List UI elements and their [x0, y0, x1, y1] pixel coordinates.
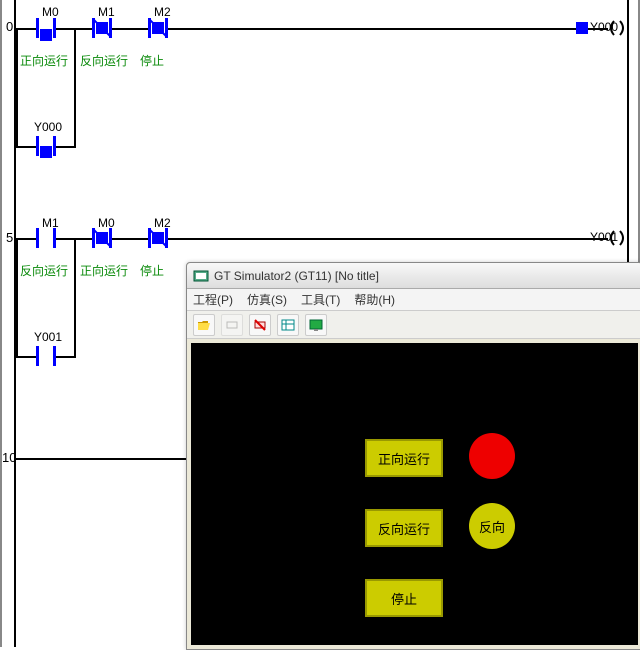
contact-comment: 反向运行 — [20, 262, 68, 279]
toolbar — [187, 311, 640, 339]
hmi-forward-button[interactable]: 正向运行 — [365, 439, 443, 477]
hmi-canvas: 正向运行 反向运行 反向 停止 — [191, 343, 638, 645]
open-icon[interactable] — [193, 314, 215, 336]
menu-help[interactable]: 帮助(H) — [354, 291, 395, 308]
menu-bar: 工程(P) 仿真(S) 工具(T) 帮助(H) — [187, 289, 640, 311]
contact-state-icon — [40, 146, 52, 158]
stop-sim-icon[interactable] — [249, 314, 271, 336]
contact-comment: 反向运行 — [80, 52, 128, 69]
contact-label: M1 — [98, 5, 115, 19]
no-contact[interactable] — [36, 228, 56, 248]
hmi-stop-button[interactable]: 停止 — [365, 579, 443, 617]
contact-state-icon — [40, 29, 52, 41]
rung-number: 0 — [6, 19, 13, 34]
contact-label: Y001 — [34, 330, 62, 344]
screen-icon[interactable] — [305, 314, 327, 336]
no-contact[interactable] — [36, 346, 56, 366]
hmi-forward-lamp — [469, 433, 515, 479]
contact-label: Y000 — [34, 120, 62, 134]
menu-tools[interactable]: 工具(T) — [301, 291, 340, 308]
app-icon — [193, 268, 209, 284]
title-bar[interactable]: GT Simulator2 (GT11) [No title] — [187, 263, 640, 289]
contact-comment: 停止 — [140, 52, 164, 69]
contact-comment: 正向运行 — [80, 262, 128, 279]
output-coil[interactable] — [608, 19, 626, 37]
table-icon[interactable] — [277, 314, 299, 336]
hmi-reverse-lamp: 反向 — [469, 503, 515, 549]
lamp-label: 反向 — [479, 517, 505, 536]
hmi-reverse-button[interactable]: 反向运行 — [365, 509, 443, 547]
coil-state-icon — [576, 22, 588, 34]
contact-state-icon — [152, 22, 164, 34]
contact-comment: 停止 — [140, 262, 164, 279]
menu-project[interactable]: 工程(P) — [193, 291, 233, 308]
rung-number: 5 — [6, 230, 13, 245]
contact-label: M2 — [154, 5, 171, 19]
contact-comment: 正向运行 — [20, 52, 68, 69]
output-coil[interactable] — [608, 229, 626, 247]
contact-state-icon — [96, 232, 108, 244]
contact-state-icon — [152, 232, 164, 244]
gt-simulator-window: GT Simulator2 (GT11) [No title] 工程(P) 仿真… — [186, 262, 640, 650]
menu-simulate[interactable]: 仿真(S) — [247, 291, 287, 308]
contact-label: M0 — [42, 5, 59, 19]
connection-icon[interactable] — [221, 314, 243, 336]
window-title: GT Simulator2 (GT11) [No title] — [214, 269, 379, 283]
contact-state-icon — [96, 22, 108, 34]
